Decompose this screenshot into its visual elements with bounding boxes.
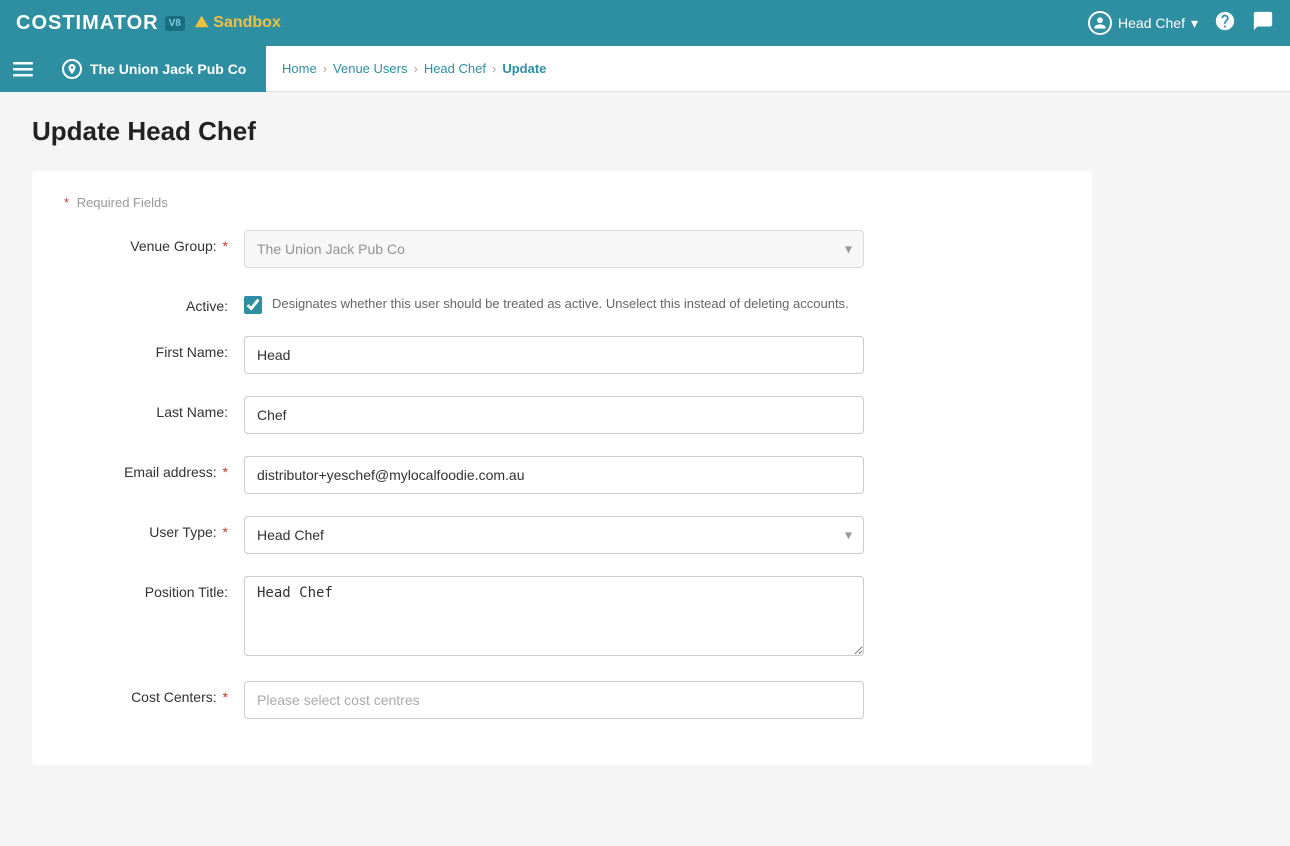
top-navigation: COSTIMATOR V8 ⛰ Sandbox Head Chef ▾ bbox=[0, 0, 1290, 46]
active-checkbox-wrapper: Designates whether this user should be t… bbox=[244, 290, 864, 314]
breadcrumb-home[interactable]: Home bbox=[282, 61, 317, 76]
required-asterisk: * bbox=[64, 195, 69, 210]
breadcrumb: Home › Venue Users › Head Chef › Update bbox=[266, 61, 562, 76]
form-container: * Required Fields Venue Group: * The Uni… bbox=[32, 171, 1092, 765]
user-avatar-icon bbox=[1088, 11, 1112, 35]
topnav-left: COSTIMATOR V8 ⛰ Sandbox bbox=[16, 12, 281, 35]
user-type-label: User Type: * bbox=[64, 516, 244, 540]
last-name-row: Last Name: bbox=[64, 396, 1060, 434]
page-title: Update Head Chef bbox=[32, 116, 1258, 147]
brand-version: V8 bbox=[165, 16, 185, 31]
last-name-control bbox=[244, 396, 864, 434]
user-name: Head Chef bbox=[1118, 15, 1185, 31]
sandbox-icon: ⛰ bbox=[195, 14, 208, 32]
first-name-label: First Name: bbox=[64, 336, 244, 360]
venue-group-label: Venue Group: * bbox=[64, 230, 244, 254]
venue-name: The Union Jack Pub Co bbox=[90, 61, 246, 77]
required-note: * Required Fields bbox=[64, 195, 1060, 210]
venue-group-row: Venue Group: * The Union Jack Pub Co ▾ bbox=[64, 230, 1060, 268]
cost-centers-input[interactable] bbox=[244, 681, 864, 719]
last-name-input[interactable] bbox=[244, 396, 864, 434]
venue-group-required: * bbox=[223, 238, 228, 254]
hamburger-button[interactable] bbox=[0, 46, 46, 92]
venue-icon bbox=[62, 59, 82, 79]
brand: COSTIMATOR V8 bbox=[16, 12, 185, 35]
position-title-control: Head Chef bbox=[244, 576, 864, 659]
venue-group-select-wrapper: The Union Jack Pub Co ▾ bbox=[244, 230, 864, 268]
breadcrumb-current: Update bbox=[502, 61, 546, 76]
user-type-required: * bbox=[223, 524, 228, 540]
email-label: Email address: * bbox=[64, 456, 244, 480]
help-icon[interactable] bbox=[1214, 10, 1236, 37]
breadcrumb-sep-2: › bbox=[413, 61, 417, 76]
sandbox-label: ⛰ Sandbox bbox=[195, 14, 281, 32]
cost-centers-row: Cost Centers: * bbox=[64, 681, 1060, 719]
cost-centers-control bbox=[244, 681, 864, 719]
brand-name: COSTIMATOR bbox=[16, 12, 159, 35]
breadcrumb-venue-users[interactable]: Venue Users bbox=[333, 61, 407, 76]
first-name-control bbox=[244, 336, 864, 374]
first-name-input[interactable] bbox=[244, 336, 864, 374]
email-control bbox=[244, 456, 864, 494]
first-name-row: First Name: bbox=[64, 336, 1060, 374]
active-description: Designates whether this user should be t… bbox=[272, 294, 849, 314]
email-row: Email address: * bbox=[64, 456, 1060, 494]
email-required: * bbox=[223, 464, 228, 480]
required-text: Required Fields bbox=[77, 195, 168, 210]
user-type-control: Head Chef Venue Manager Administrator St… bbox=[244, 516, 864, 554]
venue-group-select[interactable]: The Union Jack Pub Co bbox=[244, 230, 864, 268]
topnav-right: Head Chef ▾ bbox=[1088, 10, 1274, 37]
sub-header: The Union Jack Pub Co Home › Venue Users… bbox=[0, 46, 1290, 92]
user-type-select-wrapper: Head Chef Venue Manager Administrator St… bbox=[244, 516, 864, 554]
active-row: Active: Designates whether this user sho… bbox=[64, 290, 1060, 314]
sandbox-text: Sandbox bbox=[213, 14, 281, 32]
venue-selector[interactable]: The Union Jack Pub Co bbox=[46, 46, 266, 92]
user-dropdown-icon: ▾ bbox=[1191, 15, 1198, 32]
main-content: Update Head Chef * Required Fields Venue… bbox=[0, 92, 1290, 846]
position-title-label: Position Title: bbox=[64, 576, 244, 600]
active-checkbox[interactable] bbox=[244, 296, 262, 314]
user-menu[interactable]: Head Chef ▾ bbox=[1088, 11, 1198, 35]
chat-icon[interactable] bbox=[1252, 10, 1274, 37]
position-title-row: Position Title: Head Chef bbox=[64, 576, 1060, 659]
user-type-select[interactable]: Head Chef Venue Manager Administrator St… bbox=[244, 516, 864, 554]
breadcrumb-sep-3: › bbox=[492, 61, 496, 76]
venue-group-control: The Union Jack Pub Co ▾ bbox=[244, 230, 864, 268]
user-type-row: User Type: * Head Chef Venue Manager Adm… bbox=[64, 516, 1060, 554]
active-label: Active: bbox=[64, 290, 244, 314]
active-control: Designates whether this user should be t… bbox=[244, 290, 864, 314]
position-title-textarea[interactable]: Head Chef bbox=[244, 576, 864, 656]
breadcrumb-sep-1: › bbox=[323, 61, 327, 76]
cost-centers-required: * bbox=[223, 689, 228, 705]
email-input[interactable] bbox=[244, 456, 864, 494]
breadcrumb-head-chef[interactable]: Head Chef bbox=[424, 61, 486, 76]
cost-centers-label: Cost Centers: * bbox=[64, 681, 244, 705]
last-name-label: Last Name: bbox=[64, 396, 244, 420]
